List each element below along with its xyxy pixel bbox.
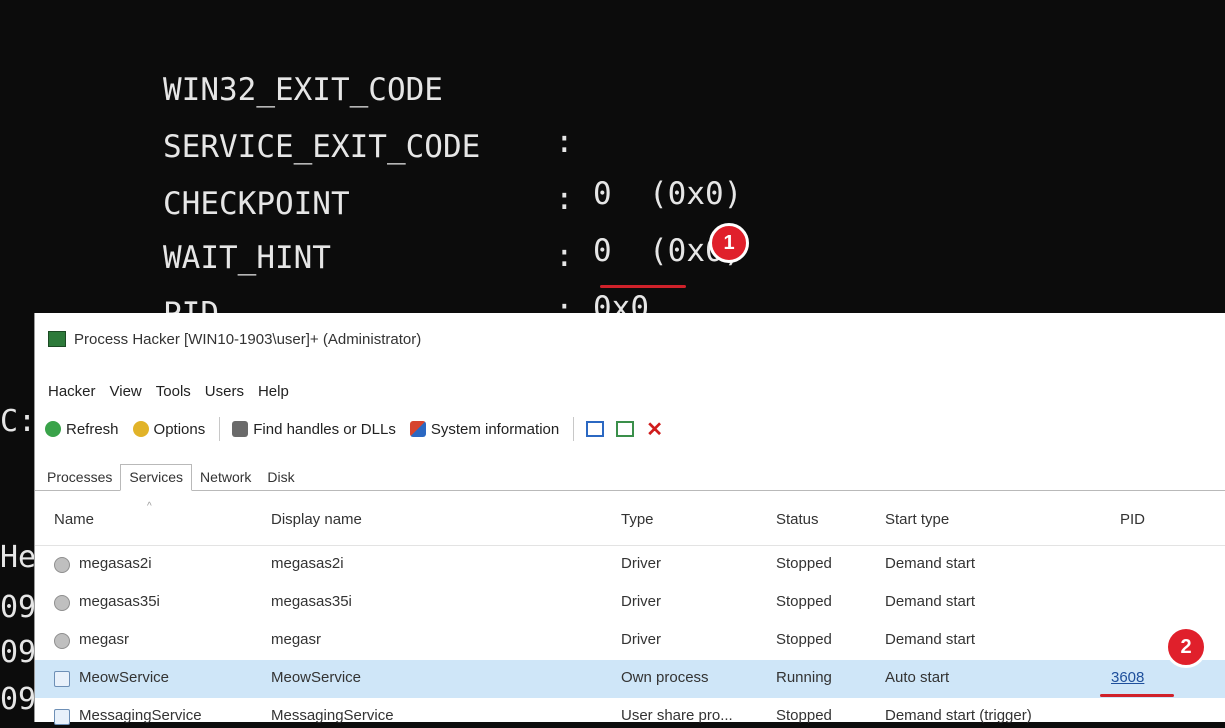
pid-underline <box>1100 694 1174 697</box>
close-icon[interactable]: ✕ <box>646 417 663 442</box>
cell-display-name: megasr <box>271 631 322 648</box>
cell-name: megasas35i <box>79 593 160 610</box>
menu-users[interactable]: Users <box>205 383 244 400</box>
table-row[interactable]: MessagingService MessagingService User s… <box>35 698 1225 728</box>
cell-display-name: megasas35i <box>271 593 352 610</box>
window-title: Process Hacker [WIN10-1903\user]+ (Admin… <box>74 330 422 348</box>
console-line: FLAGS : <box>163 280 238 313</box>
cell-type: User share pro... <box>621 707 733 724</box>
find-window-icon[interactable] <box>616 421 635 437</box>
system-information-button[interactable]: System information <box>409 420 560 438</box>
console-fragment: He <box>0 540 34 575</box>
tab-strip: Processes Services Network Disk <box>35 458 1225 491</box>
console-line: SERVICE_EXIT_CODE : 0 (0x0) <box>163 69 742 269</box>
cell-name: megasas2i <box>79 555 152 572</box>
menu-hacker[interactable]: Hacker <box>48 383 96 400</box>
table-row[interactable]: megasas2i megasas2i Driver Stopped Deman… <box>35 546 1225 584</box>
column-type[interactable]: Type <box>621 511 654 528</box>
service-process-icon <box>54 671 70 687</box>
console-colon: : <box>555 238 574 274</box>
cell-name: megasr <box>79 631 130 648</box>
console-colon: : <box>555 124 574 160</box>
cell-type: Driver <box>621 631 661 648</box>
refresh-label: Refresh <box>66 420 119 438</box>
cell-start-type: Demand start <box>885 593 976 610</box>
services-table: ^ Name Display name Type Status Start ty… <box>35 501 1225 728</box>
driver-icon <box>54 595 70 611</box>
gear-icon <box>132 421 149 437</box>
table-row[interactable]: megasas35i megasas35i Driver Stopped Dem… <box>35 584 1225 622</box>
system-information-label: System information <box>430 420 560 438</box>
annotation-marker-2: 2 <box>1165 626 1207 668</box>
table-row-selected[interactable]: MeowService MeowService Own process Runn… <box>35 660 1225 698</box>
cell-name: MessagingService <box>79 707 202 724</box>
sort-arrow-icon: ^ <box>147 501 152 512</box>
toolbar: Refresh Options Find handles or DLLs Sys… <box>35 409 663 449</box>
options-label: Options <box>153 420 206 438</box>
cell-status: Stopped <box>776 707 832 724</box>
process-hacker-window: Process Hacker [WIN10-1903\user]+ (Admin… <box>34 313 1225 725</box>
refresh-button[interactable]: Refresh <box>45 421 119 438</box>
cell-status: Running <box>776 669 832 686</box>
menu-view[interactable]: View <box>110 383 142 400</box>
console-line: WIN32_EXIT_CODE : 0 (0x0) <box>163 12 742 212</box>
cell-start-type: Demand start (trigger) <box>885 707 1032 724</box>
column-pid[interactable]: PID <box>1120 511 1145 528</box>
service-icon <box>54 709 70 725</box>
cell-display-name: MessagingService <box>271 707 394 724</box>
console-fragment: 09 <box>0 590 34 625</box>
title-bar[interactable]: Process Hacker [WIN10-1903\user]+ (Admin… <box>35 313 1225 365</box>
cell-display-name: MeowService <box>271 669 362 686</box>
cell-type: Driver <box>621 593 661 610</box>
tab-network[interactable]: Network <box>192 469 259 490</box>
column-start-type[interactable]: Start type <box>885 511 949 528</box>
cell-start-type: Demand start <box>885 555 976 572</box>
cell-status: Stopped <box>776 555 832 572</box>
cell-name: MeowService <box>79 669 170 686</box>
column-status[interactable]: Status <box>776 511 819 528</box>
driver-icon <box>54 557 70 573</box>
menu-tools[interactable]: Tools <box>156 383 191 400</box>
tab-processes[interactable]: Processes <box>39 469 120 490</box>
console-fragment: 09 <box>0 682 34 717</box>
console-line: CHECKPOINT : 0x0 <box>163 126 649 326</box>
menu-bar: Hacker View Tools Users Help <box>35 373 303 409</box>
toolbar-separator <box>573 417 575 441</box>
console-fragment: C: <box>0 404 34 439</box>
menu-help[interactable]: Help <box>258 383 289 400</box>
cell-status: Stopped <box>776 631 832 648</box>
cell-status: Stopped <box>776 593 832 610</box>
console-colon: : <box>555 181 574 217</box>
binoculars-icon <box>232 421 249 437</box>
pid-underline <box>600 285 686 288</box>
driver-icon <box>54 633 70 649</box>
column-name[interactable]: Name <box>54 511 94 528</box>
cell-type: Own process <box>621 669 709 686</box>
options-button[interactable]: Options <box>132 420 206 438</box>
process-hacker-icon <box>48 331 66 347</box>
table-header: ^ Name Display name Type Status Start ty… <box>35 501 1225 546</box>
cell-start-type: Demand start <box>885 631 976 648</box>
find-handles-label: Find handles or DLLs <box>253 420 396 438</box>
annotation-marker-1: 1 <box>709 223 749 263</box>
tab-services[interactable]: Services <box>120 464 193 491</box>
column-display-name[interactable]: Display name <box>271 511 362 528</box>
console-value: 0 (0x0) <box>593 176 743 212</box>
console-line: WAIT_HINT : 0x7d0 <box>163 180 686 380</box>
find-handles-button[interactable]: Find handles or DLLs <box>232 421 396 438</box>
toolbar-separator <box>219 417 221 441</box>
console-fragment: 09 <box>0 635 34 670</box>
cell-start-type: Auto start <box>885 669 950 686</box>
cell-type: Driver <box>621 555 661 572</box>
table-row[interactable]: megasr megasr Driver Stopped Demand star… <box>35 622 1225 660</box>
cell-pid[interactable]: 3608 <box>1111 669 1144 686</box>
window-icon[interactable] <box>586 421 605 437</box>
chart-icon <box>409 421 426 437</box>
tab-disk[interactable]: Disk <box>259 469 302 490</box>
refresh-icon <box>45 421 61 437</box>
cell-display-name: megasas2i <box>271 555 344 572</box>
